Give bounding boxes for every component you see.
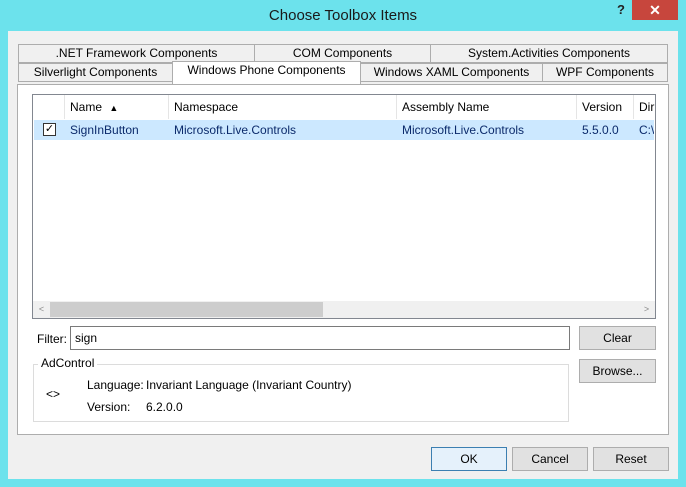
- cell-version: 5.5.0.0: [582, 123, 619, 137]
- browse-button[interactable]: Browse...: [579, 359, 656, 383]
- tab-wpf[interactable]: WPF Components: [542, 63, 668, 82]
- control-type-icon: <>: [46, 387, 61, 401]
- filter-input[interactable]: [70, 326, 570, 350]
- header-version[interactable]: Version: [577, 95, 634, 119]
- clear-button[interactable]: Clear: [579, 326, 656, 350]
- sort-ascending-icon: ▲: [109, 103, 119, 113]
- version-label: Version:: [87, 400, 131, 414]
- title-bar: Choose Toolbox Items ? ✕: [0, 0, 686, 32]
- language-value: Invariant Language (Invariant Country): [146, 378, 352, 392]
- cell-name: SignInButton: [70, 123, 139, 137]
- cell-assembly: Microsoft.Live.Controls: [402, 123, 525, 137]
- ok-button[interactable]: OK: [431, 447, 507, 471]
- header-name-label: Name: [70, 100, 103, 114]
- header-directory[interactable]: Dir: [634, 95, 655, 119]
- header-name[interactable]: Name ▲: [65, 95, 169, 119]
- reset-button[interactable]: Reset: [593, 447, 669, 471]
- scroll-right-icon[interactable]: >: [638, 301, 655, 318]
- filter-label: Filter:: [37, 332, 67, 346]
- cell-namespace: Microsoft.Live.Controls: [174, 123, 297, 137]
- help-button[interactable]: ?: [612, 2, 630, 20]
- window-title: Choose Toolbox Items: [268, 7, 418, 24]
- tab-silverlight[interactable]: Silverlight Components: [18, 63, 173, 82]
- components-list[interactable]: Name ▲ Namespace Assembly Name Version D…: [32, 94, 656, 319]
- horizontal-scrollbar[interactable]: < >: [33, 301, 655, 318]
- header-check-column[interactable]: [33, 95, 65, 119]
- table-row[interactable]: ✓ SignInButton Microsoft.Live.Controls M…: [34, 120, 654, 140]
- tab-windows-phone[interactable]: Windows Phone Components: [172, 61, 361, 84]
- close-button[interactable]: ✕: [632, 0, 678, 20]
- header-assembly-name[interactable]: Assembly Name: [397, 95, 577, 119]
- tab-system-activities[interactable]: System.Activities Components: [430, 44, 668, 63]
- tab-windows-xaml[interactable]: Windows XAML Components: [360, 63, 543, 82]
- cancel-button[interactable]: Cancel: [512, 447, 588, 471]
- cell-directory: C:\: [639, 123, 654, 137]
- header-namespace[interactable]: Namespace: [169, 95, 397, 119]
- scrollbar-thumb[interactable]: [50, 302, 323, 317]
- details-title: AdControl: [38, 356, 98, 370]
- row-checkbox[interactable]: ✓: [43, 123, 56, 136]
- scroll-left-icon[interactable]: <: [33, 301, 50, 318]
- version-value: 6.2.0.0: [146, 400, 183, 414]
- language-label: Language:: [87, 378, 144, 392]
